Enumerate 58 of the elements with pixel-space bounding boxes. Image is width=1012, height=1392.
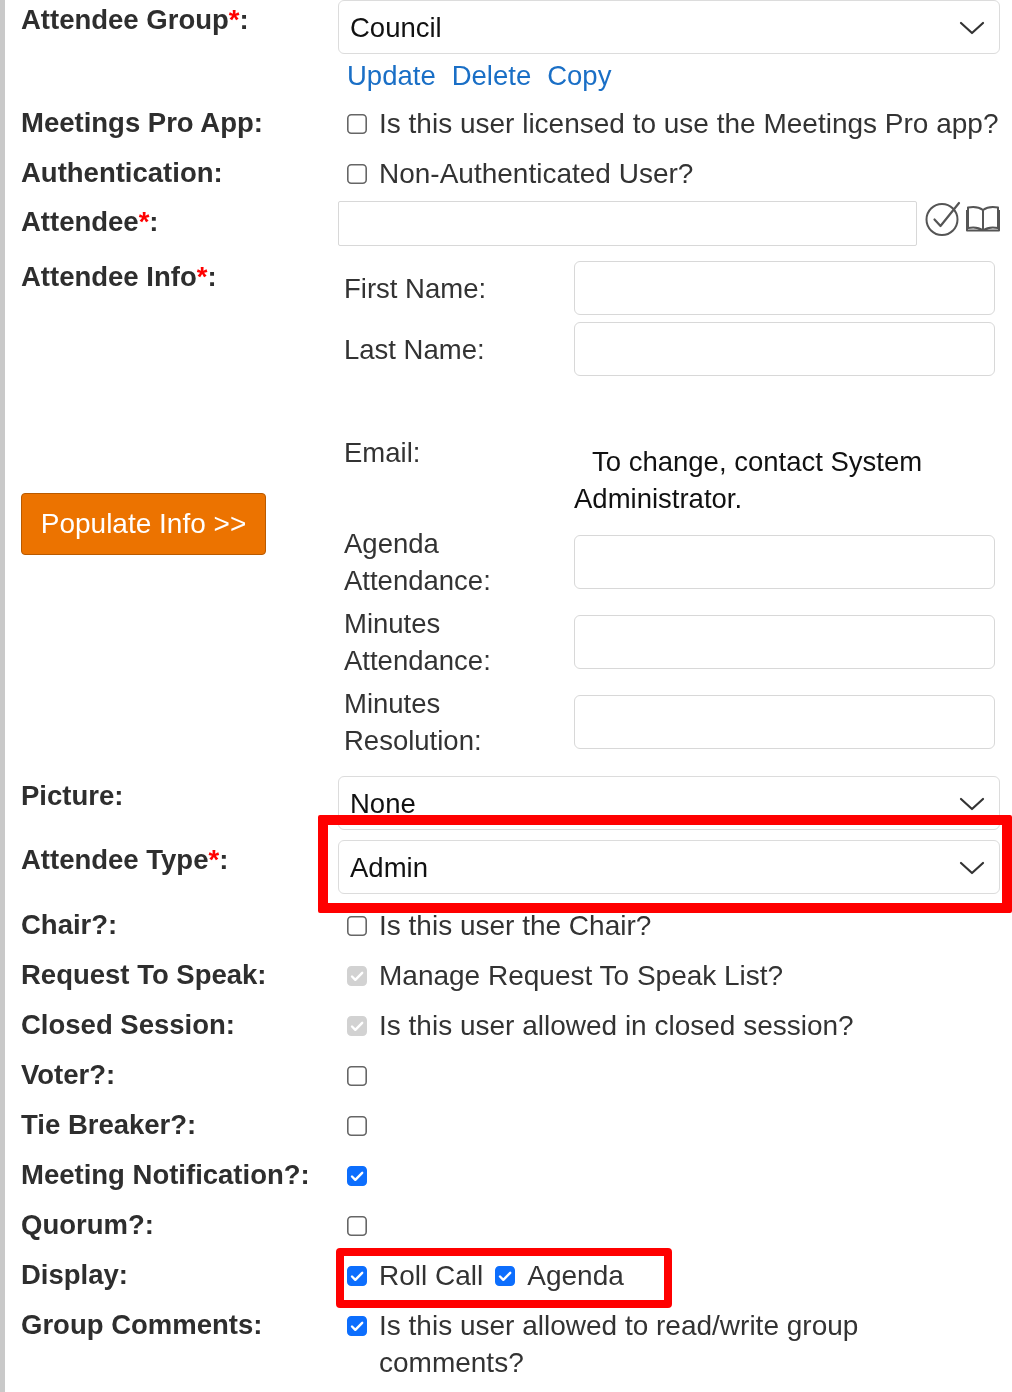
action-link[interactable]: Copy — [547, 56, 612, 96]
field-label: Attendee Type*: — [21, 843, 229, 877]
checkbox[interactable] — [347, 1165, 367, 1186]
field-label: First Name: — [343, 271, 488, 306]
checkbox[interactable] — [347, 1315, 367, 1336]
chevron-down-icon — [959, 861, 985, 875]
text-input[interactable] — [574, 261, 995, 315]
field-label: Agenda Attendance: — [343, 527, 492, 598]
field-label: Chair?: — [21, 908, 118, 942]
option-label: Is this user allowed in closed session? — [379, 1008, 854, 1043]
checkbox[interactable] — [347, 915, 367, 936]
dropdown[interactable]: Admin — [338, 840, 1000, 894]
option-label: Roll Call — [379, 1258, 484, 1293]
field-label: Attendee*: — [21, 205, 159, 239]
book-icon[interactable] — [966, 205, 1000, 232]
field-label: Minutes Attendance: — [343, 607, 492, 678]
populate-button[interactable]: Populate Info >> — [21, 493, 266, 555]
check-circle-icon[interactable] — [925, 201, 961, 237]
field-label: Quorum?: — [21, 1208, 154, 1242]
attendee-input[interactable] — [338, 201, 917, 246]
chevron-down-icon — [959, 21, 985, 35]
field-label: Closed Session: — [21, 1008, 235, 1042]
field-label: Display: — [21, 1258, 128, 1292]
field-label: Voter?: — [21, 1058, 116, 1092]
info-note: To change, contact System Administrator. — [574, 445, 924, 516]
checkbox[interactable] — [347, 1115, 367, 1136]
field-label: Last Name: — [343, 332, 486, 367]
checkbox[interactable] — [347, 163, 367, 184]
checkbox[interactable] — [347, 113, 367, 134]
option-label: Manage Request To Speak List? — [379, 958, 784, 993]
field-label: Picture: — [21, 779, 124, 813]
field-label: Group Comments: — [21, 1308, 263, 1342]
checkbox[interactable] — [347, 1065, 367, 1086]
text-input[interactable] — [574, 615, 995, 669]
checkbox[interactable] — [347, 1215, 367, 1236]
dropdown[interactable]: Council — [338, 0, 1000, 54]
field-label: Tie Breaker?: — [21, 1108, 197, 1142]
field-label: Email: — [343, 436, 422, 470]
field-label: Meeting Notification?: — [21, 1158, 310, 1192]
action-link[interactable]: Update — [347, 56, 436, 96]
text-input[interactable] — [574, 322, 995, 376]
checkbox[interactable] — [347, 1265, 367, 1286]
option-label: Is this user licensed to use the Meetings Pro app? — [379, 106, 999, 141]
text-input[interactable] — [574, 535, 995, 589]
field-label: Request To Speak: — [21, 958, 267, 992]
field-label: Attendee Info*: — [21, 260, 217, 294]
field-label: Authentication: — [21, 156, 223, 190]
option-label: Is this user allowed to read/write group comments? — [379, 1308, 860, 1380]
text-input[interactable] — [574, 695, 995, 749]
action-link[interactable]: Delete — [451, 56, 532, 96]
chevron-down-icon — [959, 797, 985, 811]
field-label: Meetings Pro App: — [21, 106, 263, 140]
field-label: Attendee Group*: — [21, 3, 249, 37]
option-label: Agenda — [527, 1258, 624, 1293]
option-label: Non-Authenticated User? — [379, 156, 694, 191]
checkbox[interactable] — [495, 1265, 516, 1286]
option-label: Is this user the Chair? — [379, 908, 652, 943]
field-label: Minutes Resolution: — [343, 687, 483, 758]
